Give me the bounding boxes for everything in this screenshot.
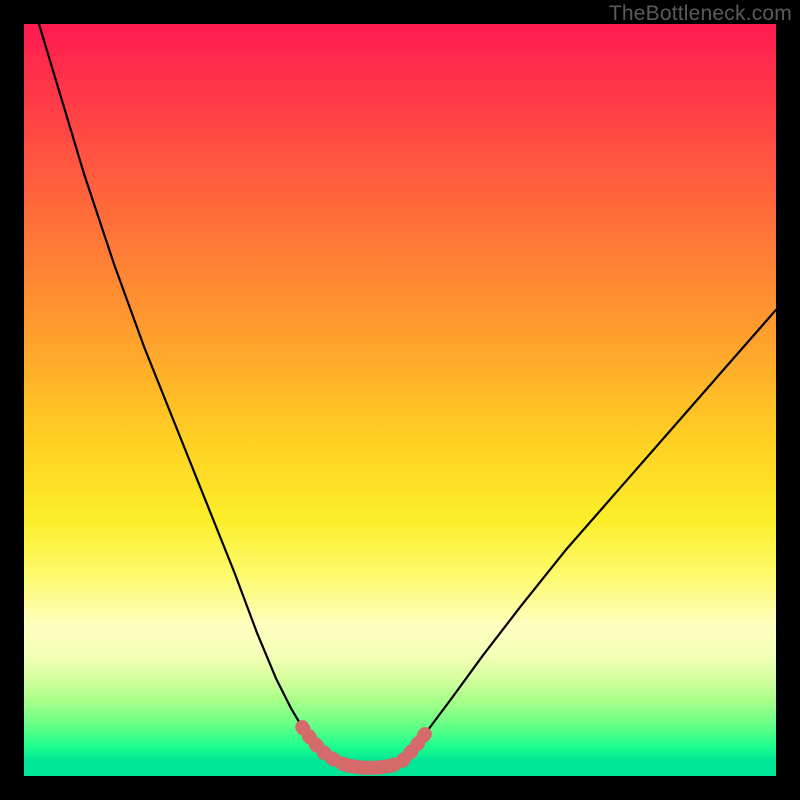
bottleneck-curve <box>39 24 776 768</box>
right-highlight <box>393 727 431 765</box>
curve-layer <box>24 24 776 776</box>
left-highlight <box>302 727 347 765</box>
outer-frame: TheBottleneck.com <box>0 0 800 800</box>
plot-area <box>24 24 776 776</box>
watermark-text: TheBottleneck.com <box>609 2 792 26</box>
